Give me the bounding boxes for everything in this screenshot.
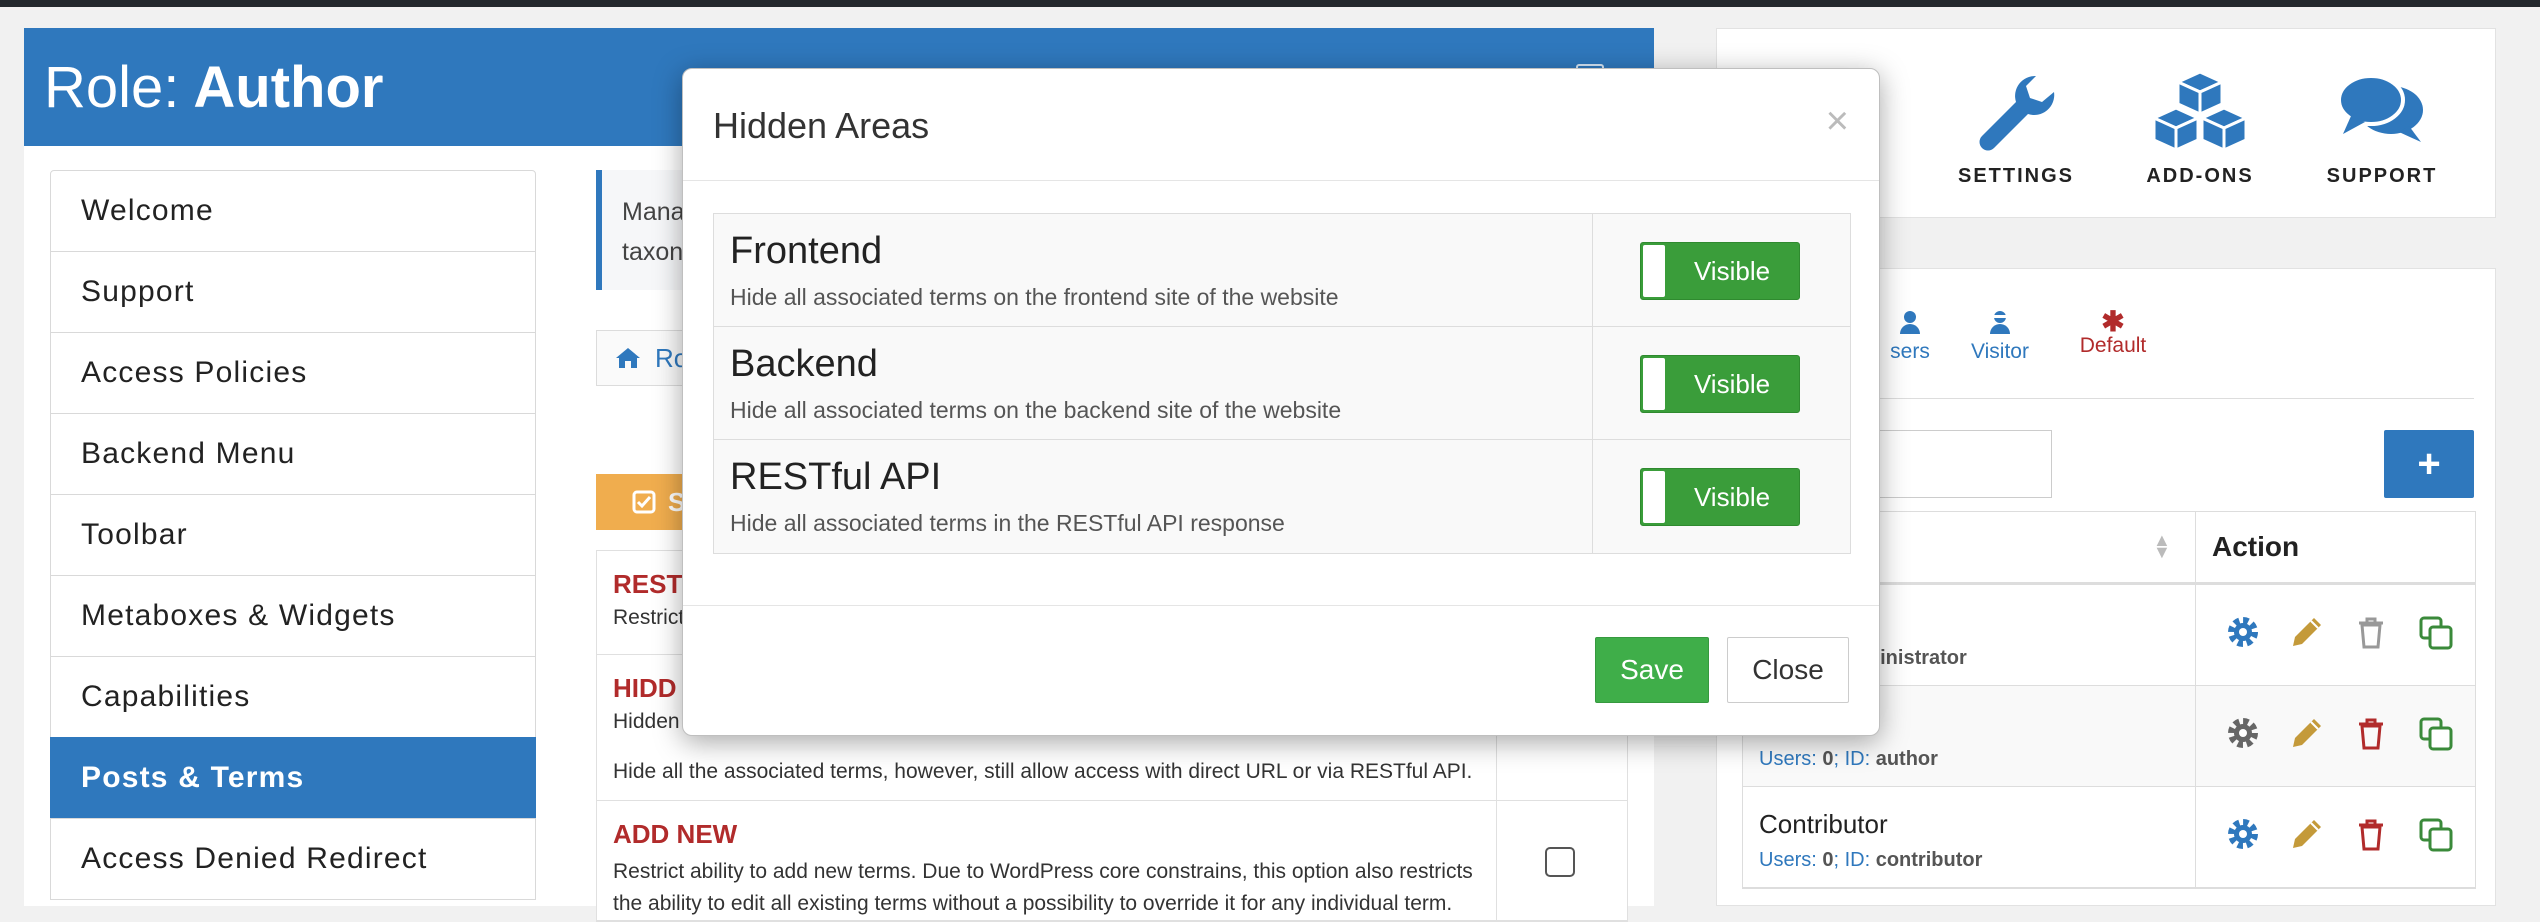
area-row-backend: Backend Hide all associated terms on the… — [714, 327, 1850, 440]
sidebar-item-capabilities[interactable]: Capabilities — [50, 656, 536, 738]
tab-default[interactable]: ✱ Default — [2058, 306, 2168, 358]
check-square-icon — [632, 490, 656, 514]
trash-icon[interactable] — [2354, 716, 2388, 750]
sidebar-item-toolbar[interactable]: Toolbar — [50, 494, 536, 576]
restful-api-visibility-toggle[interactable]: Visible — [1640, 468, 1800, 526]
option-text-extra: Hide all the associated terms, however, … — [613, 760, 1473, 783]
admin-top-bar — [0, 0, 2540, 7]
pencil-icon[interactable] — [2290, 817, 2324, 851]
support-link[interactable]: SUPPORT — [2302, 70, 2462, 188]
clone-icon[interactable] — [2418, 817, 2454, 853]
clone-icon[interactable] — [2418, 615, 2454, 651]
sidebar-item-posts-terms[interactable]: Posts & Terms — [50, 737, 536, 819]
sidebar-item-welcome[interactable]: Welcome — [50, 170, 536, 252]
area-name: Backend — [730, 343, 878, 385]
area-description: Hide all associated terms on the backend… — [730, 397, 1342, 423]
settings-link[interactable]: SETTINGS — [1936, 70, 2096, 188]
role-name: Author — [193, 54, 384, 120]
sidebar-menu: Welcome Support Access Policies Backend … — [50, 170, 536, 900]
cubes-icon — [2150, 70, 2250, 153]
wrench-icon — [1979, 75, 2055, 151]
role-meta: Users: 0; ID: contributor — [1759, 849, 1983, 871]
frontend-visibility-toggle[interactable]: Visible — [1640, 242, 1800, 300]
sidebar-item-access-policies[interactable]: Access Policies — [50, 332, 536, 414]
pencil-icon[interactable] — [2290, 615, 2324, 649]
role-name: Contributor — [1759, 809, 1888, 839]
area-row-restful-api: RESTful API Hide all associated terms in… — [714, 440, 1850, 553]
area-description: Hide all associated terms in the RESTful… — [730, 510, 1285, 536]
sidebar-item-support[interactable]: Support — [50, 251, 536, 333]
trash-icon[interactable] — [2354, 817, 2388, 851]
asterisk-icon: ✱ — [2101, 306, 2125, 337]
home-icon — [616, 348, 640, 368]
option-row: ADD NEW Restrict ability to add new term… — [597, 801, 1627, 921]
modal-title: Hidden Areas — [713, 105, 930, 146]
pencil-icon[interactable] — [2290, 716, 2324, 750]
sidebar-item-access-denied-redirect[interactable]: Access Denied Redirect — [50, 818, 536, 900]
gear-icon[interactable] — [2226, 716, 2260, 750]
gear-icon[interactable] — [2226, 615, 2260, 649]
modal-close-icon[interactable]: × — [1826, 99, 1849, 144]
option-checkbox[interactable] — [1545, 846, 1575, 877]
hidden-areas-modal: Hidden Areas × Frontend Hide all associa… — [682, 68, 1880, 736]
action-column-header: Action — [2195, 512, 2299, 582]
role-meta: Users: 0; ID: author — [1759, 748, 1938, 770]
visitor-icon — [1990, 311, 2010, 334]
sidebar-item-metaboxes[interactable]: Metaboxes & Widgets — [50, 575, 536, 657]
trash-icon[interactable] — [2354, 615, 2388, 649]
area-name: RESTful API — [730, 456, 942, 498]
gear-icon[interactable] — [2226, 817, 2260, 851]
user-icon — [1900, 311, 1920, 334]
role-prefix: Role: — [44, 54, 180, 120]
clone-icon[interactable] — [2418, 716, 2454, 752]
hidden-areas-table: Frontend Hide all associated terms on th… — [713, 213, 1851, 554]
tab-visitor[interactable]: Visitor — [1950, 310, 2050, 364]
table-row: Contributor Users: 0; ID: contributor — [1743, 787, 2475, 888]
backend-visibility-toggle[interactable]: Visible — [1640, 355, 1800, 413]
save-button[interactable]: Save — [1595, 637, 1709, 703]
area-row-frontend: Frontend Hide all associated terms on th… — [714, 214, 1850, 327]
option-text: Restrict ability to add new terms. Due t… — [613, 860, 1473, 915]
add-role-button[interactable]: + — [2384, 430, 2474, 498]
sidebar-item-backend-menu[interactable]: Backend Menu — [50, 413, 536, 495]
option-title: ADD NEW — [613, 819, 738, 849]
close-button[interactable]: Close — [1727, 637, 1849, 703]
area-name: Frontend — [730, 230, 883, 272]
chat-icon — [2337, 74, 2423, 142]
addons-link[interactable]: ADD-ONS — [2120, 70, 2280, 188]
area-description: Hide all associated terms on the fronten… — [730, 284, 1339, 310]
sort-icon[interactable]: ▲ ▼ — [2153, 531, 2171, 561]
